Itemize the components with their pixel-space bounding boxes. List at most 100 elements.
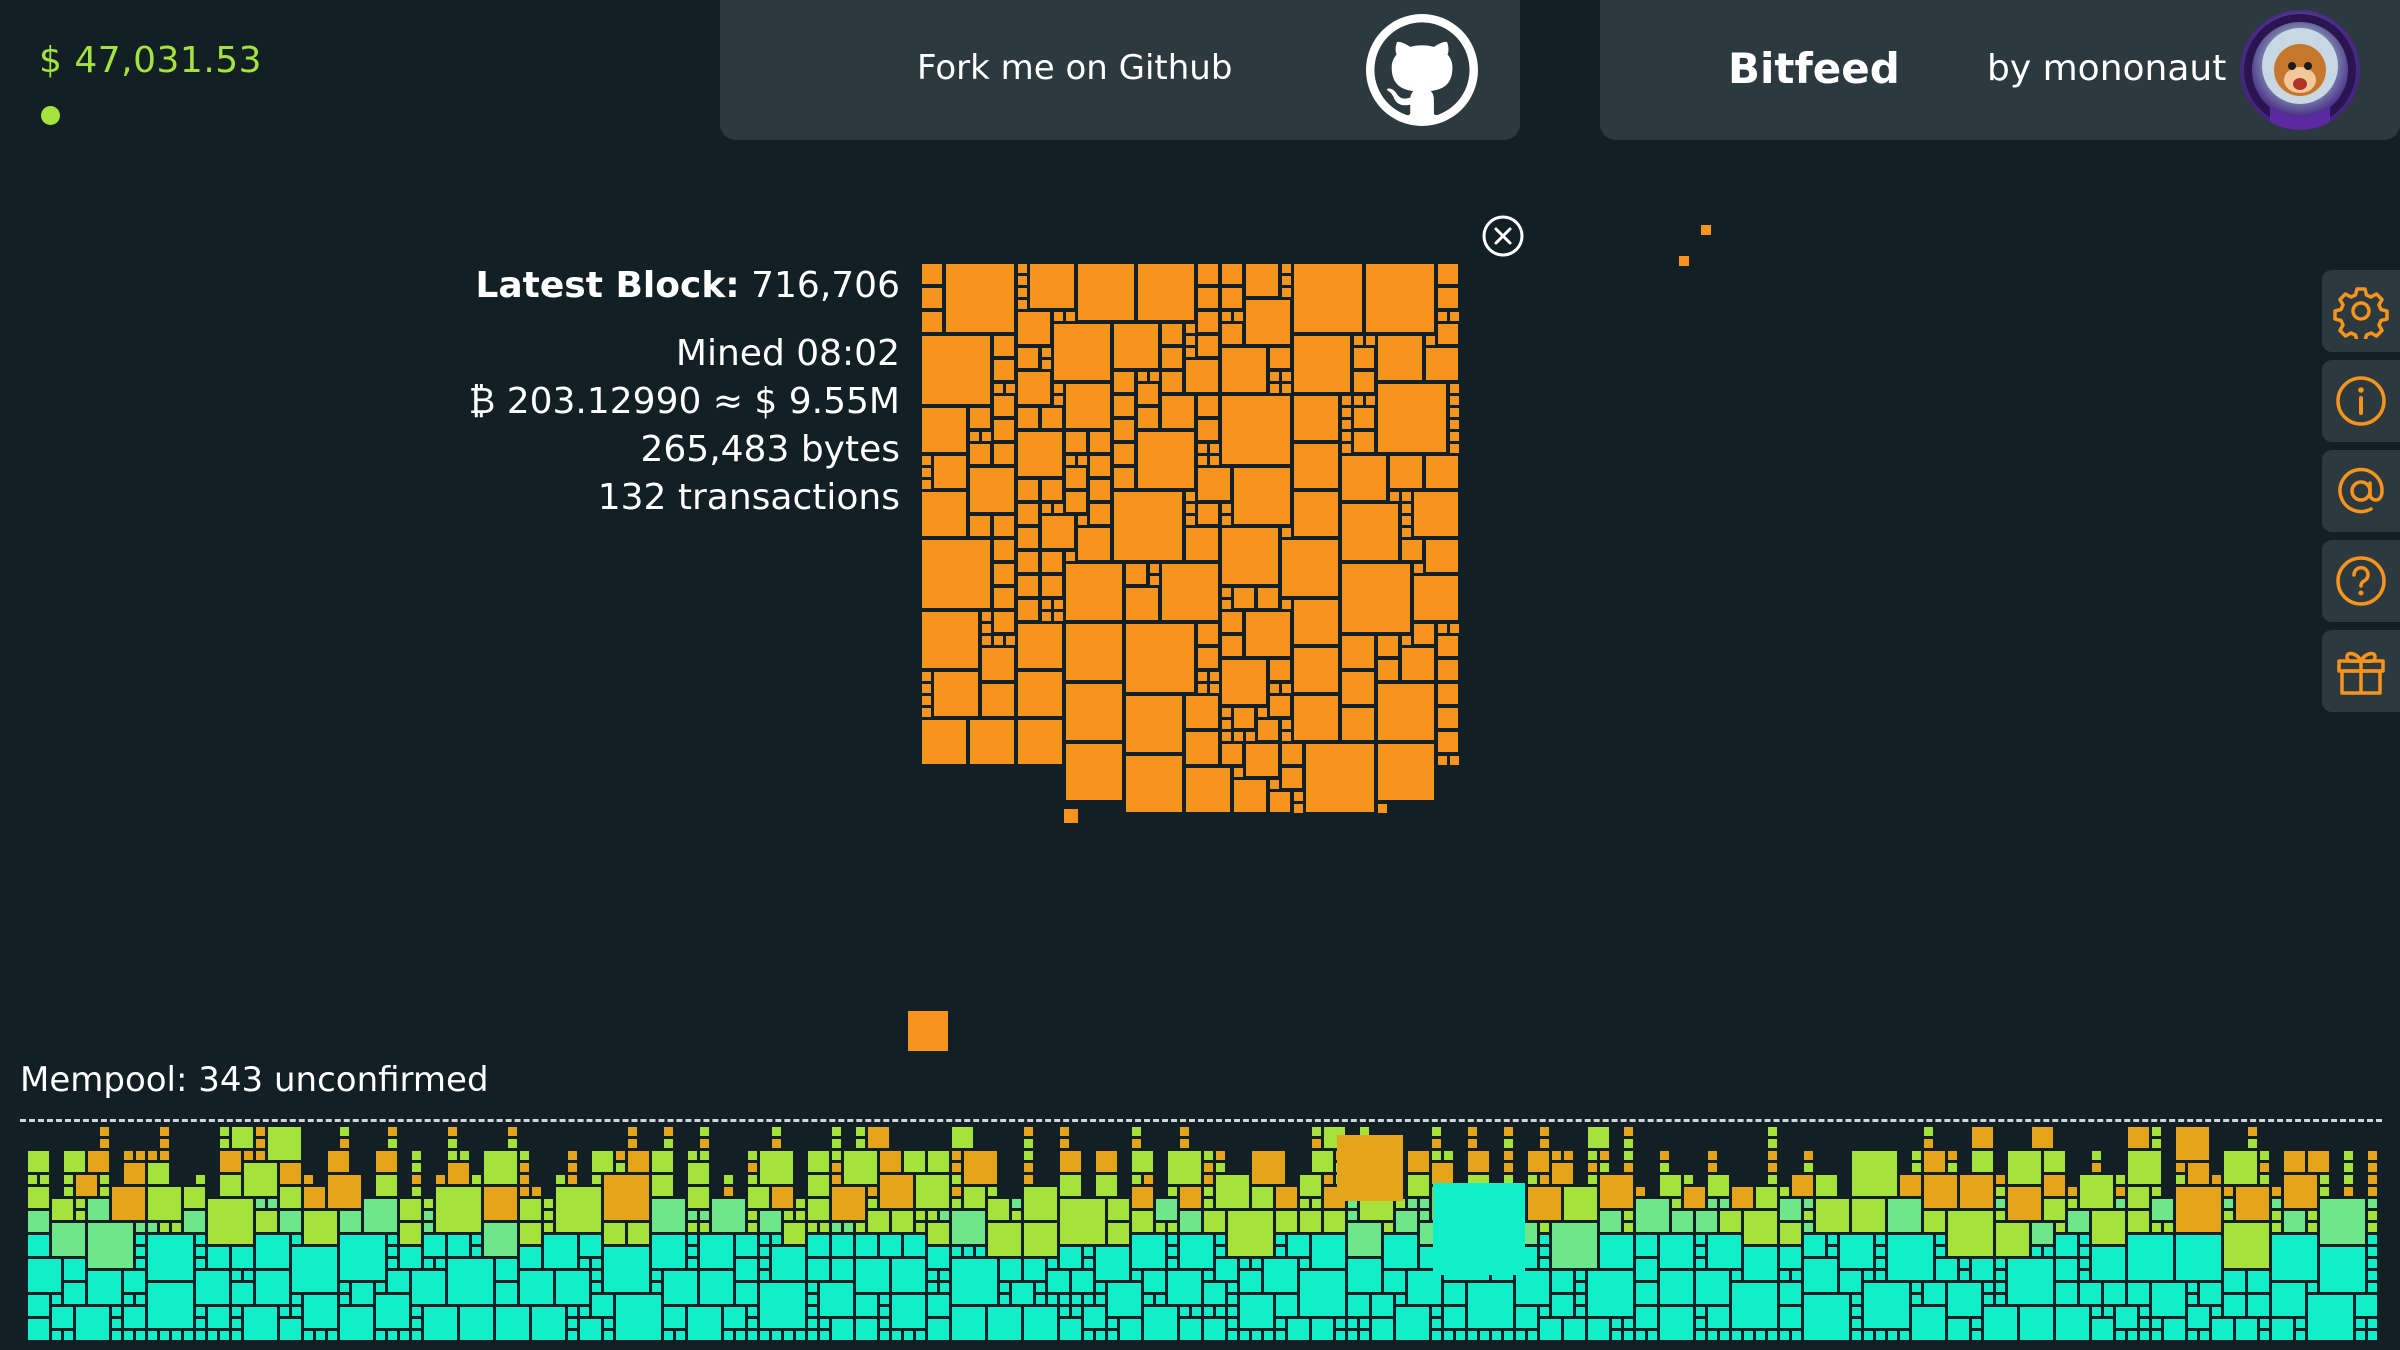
- mempool-tx-square[interactable]: [2188, 1307, 2209, 1328]
- mempool-tx-square[interactable]: [376, 1175, 397, 1196]
- block-tx-square[interactable]: [1306, 744, 1374, 812]
- mempool-tx-square[interactable]: [1672, 1199, 1681, 1208]
- mempool-tx-square[interactable]: [832, 1235, 853, 1256]
- mempool-tx-square[interactable]: [340, 1307, 373, 1340]
- mempool-tx-square[interactable]: [424, 1223, 433, 1232]
- mempool-tx-square[interactable]: [364, 1199, 397, 1232]
- block-tx-square[interactable]: [1114, 372, 1134, 392]
- mempool-tx-square[interactable]: [1960, 1175, 1993, 1208]
- mempool-tx-square[interactable]: [412, 1151, 421, 1160]
- block-tx-square[interactable]: [1138, 384, 1158, 404]
- mempool-tx-square[interactable]: [1384, 1271, 1405, 1292]
- mempool-tx-square[interactable]: [604, 1247, 649, 1292]
- mempool-tx-square[interactable]: [1924, 1127, 1933, 1136]
- mempool-tx-square[interactable]: [2128, 1211, 2149, 1232]
- block-tx-square[interactable]: [982, 684, 1014, 716]
- mempool-tx-square[interactable]: [1060, 1127, 1069, 1136]
- mempool-tx-square[interactable]: [1348, 1331, 1357, 1340]
- mempool-tx-square[interactable]: [2344, 1151, 2353, 1160]
- mempool-tx-square[interactable]: [1060, 1319, 1081, 1340]
- mempool-tx-square[interactable]: [412, 1163, 421, 1172]
- mempool-tx-square[interactable]: [436, 1187, 481, 1232]
- mempool-tx-square[interactable]: [1084, 1259, 1093, 1268]
- mempool-tx-square[interactable]: [568, 1319, 577, 1328]
- mempool-tx-square[interactable]: [412, 1187, 421, 1196]
- mempool-tx-square[interactable]: [2176, 1235, 2221, 1280]
- mempool-tx-square[interactable]: [2080, 1259, 2089, 1268]
- block-tx-square[interactable]: [1066, 456, 1075, 465]
- block-tx-square[interactable]: [1222, 288, 1242, 308]
- mempool-tx-square[interactable]: [2128, 1187, 2149, 1208]
- mempool-tx-square[interactable]: [136, 1223, 145, 1232]
- mempool-tx-square[interactable]: [604, 1175, 649, 1220]
- mempool-tx-square[interactable]: [880, 1307, 889, 1316]
- block-tx-square[interactable]: [1342, 636, 1374, 668]
- mempool-tx-square[interactable]: [1780, 1187, 1789, 1196]
- mempool-tx-square[interactable]: [892, 1211, 913, 1232]
- mempool-tx-square[interactable]: [664, 1307, 685, 1328]
- mempool-tx-square[interactable]: [1024, 1259, 1045, 1280]
- mempool-tx-square[interactable]: [1984, 1283, 1993, 1292]
- block-tx-square[interactable]: [1282, 600, 1291, 609]
- block-tx-square[interactable]: [1450, 624, 1459, 633]
- mempool-tx-square[interactable]: [772, 1331, 781, 1340]
- mempool-tx-square[interactable]: [1228, 1295, 1237, 1304]
- block-tx-square[interactable]: [1210, 672, 1219, 681]
- mempool-tx-square[interactable]: [1132, 1211, 1153, 1232]
- mempool-tx-square[interactable]: [616, 1163, 625, 1172]
- mempool-tx-square[interactable]: [2032, 1223, 2053, 1244]
- mempool-tx-square[interactable]: [1768, 1175, 1777, 1184]
- mempool-tx-square[interactable]: [724, 1187, 733, 1196]
- mempool-tx-square[interactable]: [1096, 1283, 1105, 1292]
- mempool-tx-square[interactable]: [1696, 1331, 1705, 1340]
- mempool-tx-square[interactable]: [1552, 1271, 1573, 1292]
- mempool-tx-square[interactable]: [2224, 1187, 2233, 1196]
- mempool-tx-square[interactable]: [1852, 1319, 1861, 1328]
- mempool-tx-square[interactable]: [400, 1247, 421, 1268]
- mempool-tx-square[interactable]: [1720, 1211, 1741, 1232]
- mempool-tx-square[interactable]: [2140, 1331, 2149, 1340]
- mempool-tx-square[interactable]: [1972, 1319, 1981, 1328]
- mempool-tx-square[interactable]: [280, 1307, 289, 1316]
- mempool-tx-square[interactable]: [2056, 1235, 2077, 1256]
- mempool-tx-square[interactable]: [1276, 1211, 1297, 1232]
- mempool-tx-square[interactable]: [376, 1151, 397, 1172]
- block-tx-square[interactable]: [1414, 492, 1458, 536]
- mempool-tx-square[interactable]: [1600, 1151, 1609, 1160]
- mempool-tx-square[interactable]: [1276, 1187, 1297, 1208]
- mempool-tx-square[interactable]: [772, 1139, 781, 1148]
- mempool-tx-square[interactable]: [724, 1331, 733, 1340]
- block-tx-square[interactable]: [922, 492, 966, 536]
- mempool-tx-square[interactable]: [1216, 1151, 1225, 1160]
- mempool-tx-square[interactable]: [652, 1199, 685, 1232]
- mempool-tx-square[interactable]: [1660, 1235, 1693, 1268]
- block-tx-square[interactable]: [1138, 264, 1194, 320]
- mempool-tx-square[interactable]: [496, 1283, 517, 1304]
- mempool-tx-square[interactable]: [424, 1259, 433, 1268]
- mempool-tx-square[interactable]: [904, 1235, 925, 1256]
- mempool-tx-square[interactable]: [1444, 1151, 1453, 1160]
- mempool-tx-square[interactable]: [2260, 1175, 2269, 1184]
- block-tx-square[interactable]: [1018, 624, 1062, 668]
- block-tx-square[interactable]: [1222, 720, 1231, 729]
- mempool-tx-square[interactable]: [1936, 1247, 1945, 1256]
- mempool-tx-square[interactable]: [208, 1199, 253, 1244]
- block-tx-square[interactable]: [1426, 336, 1435, 345]
- mempool-tx-square[interactable]: [1504, 1139, 1513, 1148]
- block-tx-square[interactable]: [1270, 372, 1279, 381]
- mempool-tx-square[interactable]: [1540, 1223, 1549, 1232]
- mempool-tx-square[interactable]: [160, 1151, 169, 1160]
- block-tx-square[interactable]: [1282, 288, 1291, 297]
- mempool-tx-square[interactable]: [2104, 1307, 2113, 1316]
- mempool-tx-square[interactable]: [1540, 1235, 1549, 1244]
- block-tx-square[interactable]: [1198, 456, 1207, 465]
- mempool-tx-square[interactable]: [1876, 1331, 1885, 1340]
- mempool-tx-square[interactable]: [2008, 1151, 2041, 1184]
- mempool-tx-square[interactable]: [520, 1187, 529, 1196]
- block-tx-square[interactable]: [1342, 456, 1386, 500]
- mempool-tx-square[interactable]: [1624, 1331, 1633, 1340]
- mempool-tx-square[interactable]: [952, 1163, 961, 1172]
- mempool-tx-square[interactable]: [1924, 1175, 1957, 1208]
- mempool-tx-square[interactable]: [664, 1271, 697, 1304]
- mempool-tx-square[interactable]: [1432, 1127, 1441, 1136]
